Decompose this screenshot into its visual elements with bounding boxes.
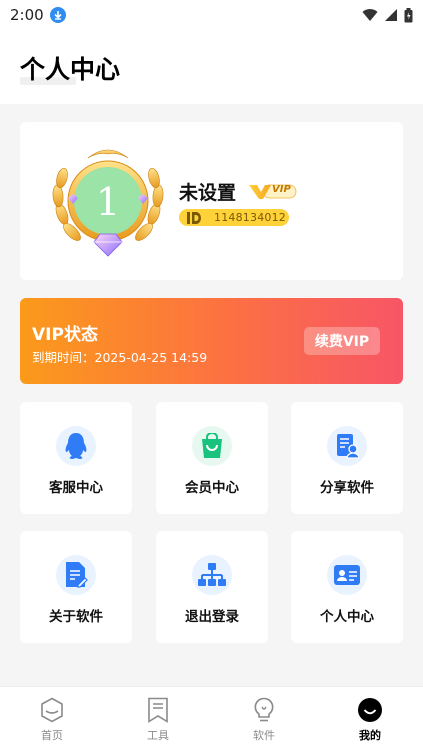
page-title: 个人中心	[20, 55, 121, 84]
id-card-icon	[327, 555, 367, 595]
wifi-icon	[362, 9, 378, 21]
nav-label: 我的	[359, 729, 381, 742]
vip-badge-label: VIP	[272, 184, 291, 195]
shopping-bag-icon	[192, 426, 232, 466]
page-header: 个人中心	[0, 30, 423, 104]
download-icon	[49, 7, 66, 23]
nav-label: 工具	[147, 729, 169, 742]
bookmark-list-icon	[148, 697, 168, 723]
nav-label: 软件	[253, 729, 275, 742]
level-number: 1	[95, 180, 121, 224]
nav-label: 首页	[41, 729, 63, 742]
user-id-pill[interactable]: 1148134012	[179, 209, 289, 226]
signal-icon	[385, 9, 397, 21]
id-icon	[187, 211, 201, 224]
battery-icon	[404, 7, 413, 22]
tile-share-software[interactable]: 分享软件	[291, 402, 403, 514]
hexagon-icon	[41, 697, 63, 723]
tile-member-center[interactable]: 会员中心	[156, 402, 268, 514]
vip-expiry-text: 到期时间：2025-04-25 14:59	[32, 350, 208, 365]
nav-item-mine[interactable]: 我的	[340, 697, 400, 749]
username[interactable]: 未设置	[179, 178, 236, 205]
tile-label: 退出登录	[185, 609, 239, 625]
status-time: 2:00	[10, 6, 44, 24]
share-document-icon	[327, 426, 367, 466]
vip-badge: VIP	[249, 181, 297, 205]
vip-status-title: VIP状态	[32, 325, 98, 345]
nav-item-software[interactable]: 软件	[234, 697, 294, 749]
tile-label: 客服中心	[49, 480, 103, 496]
tile-logout[interactable]: 退出登录	[156, 531, 268, 643]
lightbulb-icon	[254, 697, 274, 722]
avatar[interactable]: 1	[48, 144, 168, 262]
nav-item-home[interactable]: 首页	[22, 697, 82, 749]
nav-item-tools[interactable]: 工具	[128, 697, 188, 749]
tile-label: 个人中心	[320, 609, 374, 625]
tile-label: 分享软件	[320, 480, 374, 496]
profile-smile-icon	[358, 698, 382, 722]
org-chart-icon	[192, 555, 232, 595]
tile-label: 会员中心	[185, 480, 239, 496]
edit-document-icon	[56, 555, 96, 595]
bottom-nav: 首页 工具 软件 我的	[0, 686, 423, 752]
status-bar: 2:00	[0, 0, 423, 30]
renew-vip-button[interactable]: 续费VIP	[304, 327, 380, 355]
vip-status-card: VIP状态 到期时间：2025-04-25 14:59 续费VIP	[20, 298, 403, 384]
penguin-icon	[56, 426, 96, 466]
tile-customer-service[interactable]: 客服中心	[20, 402, 132, 514]
profile-card[interactable]: 1 未设置 VIP 1148134012	[20, 122, 403, 280]
tile-label: 关于软件	[49, 609, 103, 625]
tile-about-software[interactable]: 关于软件	[20, 531, 132, 643]
user-id-value: 1148134012	[214, 211, 286, 224]
tile-personal-center[interactable]: 个人中心	[291, 531, 403, 643]
